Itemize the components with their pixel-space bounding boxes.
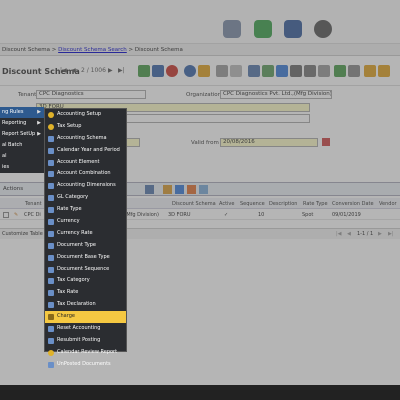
menu-item-document-sequence[interactable]: Document Sequence	[45, 264, 126, 276]
window-icon	[48, 266, 54, 273]
submenu-arrow-icon: ▶	[37, 120, 41, 126]
window-icon	[48, 314, 54, 321]
window-icon	[48, 361, 54, 368]
menu-item-document-type[interactable]: Document Type	[45, 240, 126, 252]
window-icon	[48, 171, 54, 178]
menu-item-label: Accounting Dimensions	[57, 182, 116, 189]
menu-item-label: Calendar Review Report	[57, 348, 118, 355]
submenu-arrow-icon: ▶	[37, 109, 41, 115]
taskbar-strip	[0, 385, 400, 400]
side-item-label: al	[2, 153, 7, 159]
window-icon	[48, 219, 54, 226]
menu-item-resubmit-posting[interactable]: Resubmit Posting	[45, 335, 126, 347]
window-icon	[48, 135, 54, 142]
menu-item-label: Tax Category	[57, 277, 90, 284]
menu-item-label: Tax Setup	[57, 122, 82, 129]
process-icon	[48, 326, 54, 333]
menu-item-label: Currency Rate	[57, 229, 93, 236]
report-icon	[48, 349, 54, 356]
menu-item-unposted-documents[interactable]: UnPosted Documents	[45, 359, 126, 371]
window-icon	[48, 159, 54, 166]
menu-item-charge[interactable]: Charge	[45, 311, 126, 324]
menu-item-label: Account Element	[57, 158, 100, 165]
side-menu: ng Rules ▶ Reporting ▶ Report SetUp ▶ al Ba…	[0, 107, 44, 173]
window-icon	[48, 254, 54, 261]
menu-item-tax-setup[interactable]: Tax Setup	[45, 121, 126, 133]
submenu-arrow-icon: ▶	[37, 131, 41, 137]
menu-item-account-combination[interactable]: Account Combination	[45, 168, 126, 180]
menu-item-label: Reset Accounting	[57, 325, 101, 332]
menu-item-label: Currency	[57, 218, 80, 225]
process-icon	[48, 337, 54, 344]
side-item-entries[interactable]: ies	[0, 162, 44, 173]
side-item-label: ies	[2, 164, 10, 170]
menu-item-label: Document Sequence	[57, 265, 110, 272]
window-icon	[48, 147, 54, 154]
menu-item-document-base-type[interactable]: Document Base Type	[45, 252, 126, 264]
side-item-batch[interactable]: al Batch	[0, 140, 44, 151]
menu-item-rate-type[interactable]: Rate Type	[45, 204, 126, 216]
accounting-rules-submenu: Accounting Setup Tax Setup Accounting Sc…	[44, 108, 127, 368]
menu-item-label: Resubmit Posting	[57, 336, 101, 343]
menu-item-gl-category[interactable]: GL Category	[45, 192, 126, 204]
menu-item-label: Accounting Schema	[57, 134, 107, 141]
menu-item-label: Accounting Setup	[57, 111, 102, 117]
side-item-label: Report SetUp	[2, 131, 36, 137]
side-item-label: Reporting	[2, 120, 27, 126]
menu-item-label: Charge	[57, 313, 75, 320]
menu-item-label: Rate Type	[57, 206, 82, 213]
menu-item-accounting-dimensions[interactable]: Accounting Dimensions	[45, 180, 126, 192]
menu-item-calendar-review-report[interactable]: Calendar Review Report	[45, 347, 126, 359]
menu-item-label: Document Type	[57, 241, 96, 248]
menu-item-account-element[interactable]: Account Element	[45, 157, 126, 169]
menu-item-currency[interactable]: Currency	[45, 216, 126, 228]
window-icon	[48, 242, 54, 249]
menu-item-label: Document Base Type	[57, 253, 110, 260]
window-icon	[48, 290, 54, 297]
wand-icon	[48, 112, 54, 118]
menu-item-tax-declaration[interactable]: Tax Declaration	[45, 299, 126, 311]
menu-item-calendar-year-period[interactable]: Calendar Year and Period	[45, 145, 126, 157]
menu-item-currency-rate[interactable]: Currency Rate	[45, 228, 126, 240]
menu-item-label: Calendar Year and Period	[57, 146, 120, 153]
menu-item-label: Tax Rate	[57, 289, 79, 296]
side-item-label: ng Rules	[2, 109, 24, 115]
menu-item-label: Tax Declaration	[57, 301, 96, 308]
side-item-journal[interactable]: al	[0, 151, 44, 162]
side-item-accounting-rules[interactable]: ng Rules ▶	[0, 107, 44, 118]
window-icon	[48, 183, 54, 190]
wand-icon	[48, 123, 54, 130]
menu-item-label: GL Category	[57, 194, 89, 201]
menu-item-label: UnPosted Documents	[57, 360, 111, 367]
side-item-report-setup[interactable]: Report SetUp ▶	[0, 129, 44, 140]
window-icon	[48, 278, 54, 285]
side-item-reporting[interactable]: Reporting ▶	[0, 118, 44, 129]
window-icon	[48, 195, 54, 202]
menu-item-tax-category[interactable]: Tax Category	[45, 275, 126, 287]
menu-item-tax-rate[interactable]: Tax Rate	[45, 287, 126, 299]
window-icon	[48, 207, 54, 214]
menu-item-reset-accounting[interactable]: Reset Accounting	[45, 323, 126, 335]
side-item-label: al Batch	[2, 142, 23, 148]
window-icon	[48, 230, 54, 237]
menu-item-label: Account Combination	[57, 170, 111, 177]
menu-item-accounting-schema[interactable]: Accounting Schema	[45, 133, 126, 145]
window-icon	[48, 302, 54, 309]
menu-item-accounting-setup[interactable]: Accounting Setup	[45, 109, 126, 121]
